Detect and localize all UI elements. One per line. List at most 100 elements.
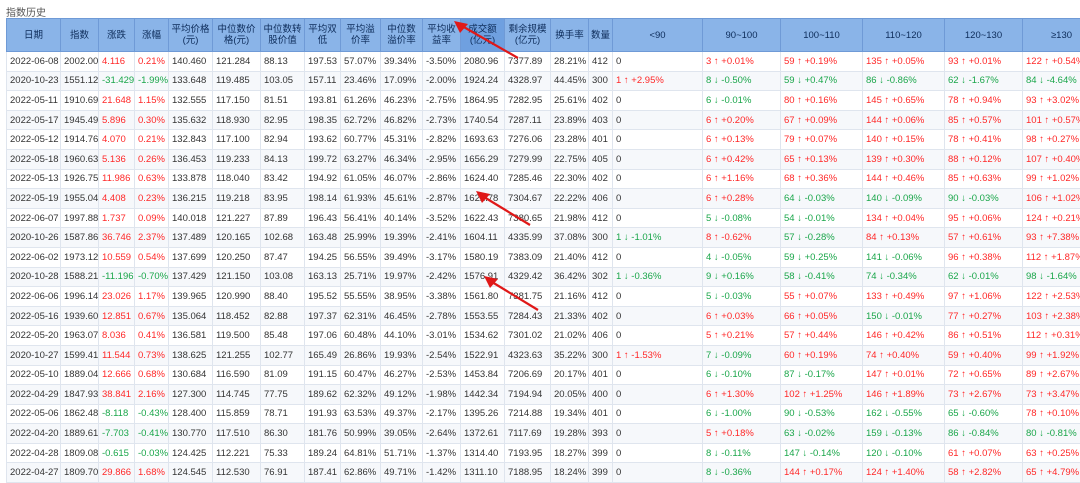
table-row[interactable]: 2022-05-161939.60112.8510.67%135.064118.… — [7, 306, 1080, 326]
table-row[interactable]: 2020-10-271599.41011.5440.73%138.625121.… — [7, 345, 1080, 365]
table-cell: 6 ↑ +1.16% — [703, 169, 781, 189]
table-cell: 2020-10-23 — [7, 71, 61, 91]
table-cell: 67 ↑ +0.09% — [781, 110, 863, 130]
table-cell: -2.41% — [423, 228, 461, 248]
column-header[interactable]: 数量 — [589, 19, 613, 52]
table-cell: 199.72 — [305, 149, 341, 169]
table-row[interactable]: 2022-05-061862.486-8.118-0.43%128.400115… — [7, 404, 1080, 424]
table-cell: 132.843 — [169, 130, 213, 150]
table-row[interactable]: 2022-05-131926.75011.9860.63%133.878118.… — [7, 169, 1080, 189]
table-cell: 146 ↑ +1.89% — [863, 385, 945, 405]
table-cell: 196.43 — [305, 208, 341, 228]
table-row[interactable]: 2022-04-271809.70429.8661.68%124.545112.… — [7, 463, 1080, 483]
column-header[interactable]: 平均价格(元) — [169, 19, 213, 52]
table-cell: 21.40% — [551, 247, 589, 267]
table-row[interactable]: 2022-05-101889.04612.6660.68%130.684116.… — [7, 365, 1080, 385]
table-cell: 0 — [613, 169, 703, 189]
table-cell: 81.51 — [261, 91, 305, 111]
table-cell: 46.34% — [381, 149, 423, 169]
table-row[interactable]: 2020-10-261587.86636.7462.37%137.489120.… — [7, 228, 1080, 248]
table-cell: 0 — [613, 287, 703, 307]
table-row[interactable]: 2022-05-181960.6335.1360.26%136.453119.2… — [7, 149, 1080, 169]
table-row[interactable]: 2022-04-281809.089-0.615-0.03%124.425112… — [7, 443, 1080, 463]
column-header[interactable]: 涨跌 — [99, 19, 135, 52]
table-cell: 401 — [589, 130, 613, 150]
column-header[interactable]: 中位数转股价值 — [261, 19, 305, 52]
table-cell: -0.41% — [135, 424, 169, 444]
table-row[interactable]: 2022-06-082002.0014.1160.21%140.460121.2… — [7, 52, 1080, 72]
column-header[interactable]: 换手率 — [551, 19, 589, 52]
table-cell: 0.09% — [135, 208, 169, 228]
column-header[interactable]: 涨幅 — [135, 19, 169, 52]
table-cell: 146 ↑ +0.42% — [863, 326, 945, 346]
table-cell: 63.27% — [341, 149, 381, 169]
table-cell: 35.22% — [551, 345, 589, 365]
table-row[interactable]: 2022-04-291847.93038.8412.16%127.300114.… — [7, 385, 1080, 405]
table-cell: 150 ↓ -0.01% — [863, 306, 945, 326]
table-cell: 9 ↓ +0.16% — [703, 267, 781, 287]
table-row[interactable]: 2022-05-171945.4975.8960.30%135.632118.9… — [7, 110, 1080, 130]
table-cell: 1955.041 — [61, 189, 99, 209]
table-row[interactable]: 2022-06-061996.14823.0261.17%139.965120.… — [7, 287, 1080, 307]
column-header[interactable]: 90~100 — [703, 19, 781, 52]
column-header[interactable]: 成交额(亿元) — [461, 19, 505, 52]
column-header[interactable]: 平均收益率 — [423, 19, 461, 52]
table-cell: 193.62 — [305, 130, 341, 150]
table-cell: 399 — [589, 463, 613, 483]
table-cell: 62 ↓ -0.01% — [945, 267, 1023, 287]
table-row[interactable]: 2020-10-231551.120-31.429-1.99%133.64811… — [7, 71, 1080, 91]
table-cell: 121.255 — [213, 345, 261, 365]
table-cell: 1 ↓ -0.36% — [613, 267, 703, 287]
table-cell: 1862.486 — [61, 404, 99, 424]
column-header[interactable]: ≥130 — [1023, 19, 1080, 52]
table-cell: 0.21% — [135, 52, 169, 72]
table-cell: 198.35 — [305, 110, 341, 130]
column-header[interactable]: 110~120 — [863, 19, 945, 52]
table-cell: 121.284 — [213, 52, 261, 72]
table-cell: 1997.885 — [61, 208, 99, 228]
table-cell: 38.95% — [381, 287, 423, 307]
table-row[interactable]: 2020-10-281588.214-11.196-0.70%137.42912… — [7, 267, 1080, 287]
table-cell: 2022-06-06 — [7, 287, 61, 307]
table-row[interactable]: 2022-05-201963.0768.0360.41%136.581119.5… — [7, 326, 1080, 346]
column-header[interactable]: 中位数溢价率 — [381, 19, 423, 52]
table-row[interactable]: 2022-05-191955.0414.4080.23%136.215119.2… — [7, 189, 1080, 209]
column-header[interactable]: 中位数价格(元) — [213, 19, 261, 52]
table-cell: 28.21% — [551, 52, 589, 72]
table-cell: 7206.69 — [505, 365, 551, 385]
table-cell: 0 — [613, 52, 703, 72]
column-header[interactable]: 平均双低 — [305, 19, 341, 52]
table-cell: 23.89% — [551, 110, 589, 130]
table-row[interactable]: 2022-06-071997.8851.7370.09%140.018121.2… — [7, 208, 1080, 228]
table-cell: 112 ↑ +1.87% — [1023, 247, 1080, 267]
table-cell: 21.648 — [99, 91, 135, 111]
column-header[interactable]: <90 — [613, 19, 703, 52]
table-cell: 163.13 — [305, 267, 341, 287]
table-row[interactable]: 2022-06-021973.12210.5590.54%137.699120.… — [7, 247, 1080, 267]
table-cell: 117.510 — [213, 424, 261, 444]
table-cell: 133.648 — [169, 71, 213, 91]
table-cell: 1.737 — [99, 208, 135, 228]
column-header[interactable]: 100~110 — [781, 19, 863, 52]
table-row[interactable]: 2022-04-201889.618-7.703-0.41%130.770117… — [7, 424, 1080, 444]
table-cell: 21.16% — [551, 287, 589, 307]
table-cell: 1809.704 — [61, 463, 99, 483]
table-cell: 406 — [589, 189, 613, 209]
table-cell: 2022-06-08 — [7, 52, 61, 72]
column-header[interactable]: 120~130 — [945, 19, 1023, 52]
column-header[interactable]: 指数 — [61, 19, 99, 52]
table-cell: 6 ↑ +0.28% — [703, 189, 781, 209]
column-header[interactable]: 平均溢价率 — [341, 19, 381, 52]
table-cell: 1740.54 — [461, 110, 505, 130]
table-cell: -3.52% — [423, 208, 461, 228]
column-header[interactable]: 剩余规模(亿元) — [505, 19, 551, 52]
table-cell: -1.99% — [135, 71, 169, 91]
table-cell: 56.55% — [341, 247, 381, 267]
table-row[interactable]: 2022-05-111910.69421.6481.15%132.555117.… — [7, 91, 1080, 111]
table-cell: 0 — [613, 130, 703, 150]
column-header[interactable]: 日期 — [7, 19, 61, 52]
table-cell: 89 ↑ +2.67% — [1023, 365, 1080, 385]
table-cell: -11.196 — [99, 267, 135, 287]
table-row[interactable]: 2022-05-121914.7644.0700.21%132.843117.1… — [7, 130, 1080, 150]
table-cell: 55 ↑ +0.07% — [781, 287, 863, 307]
